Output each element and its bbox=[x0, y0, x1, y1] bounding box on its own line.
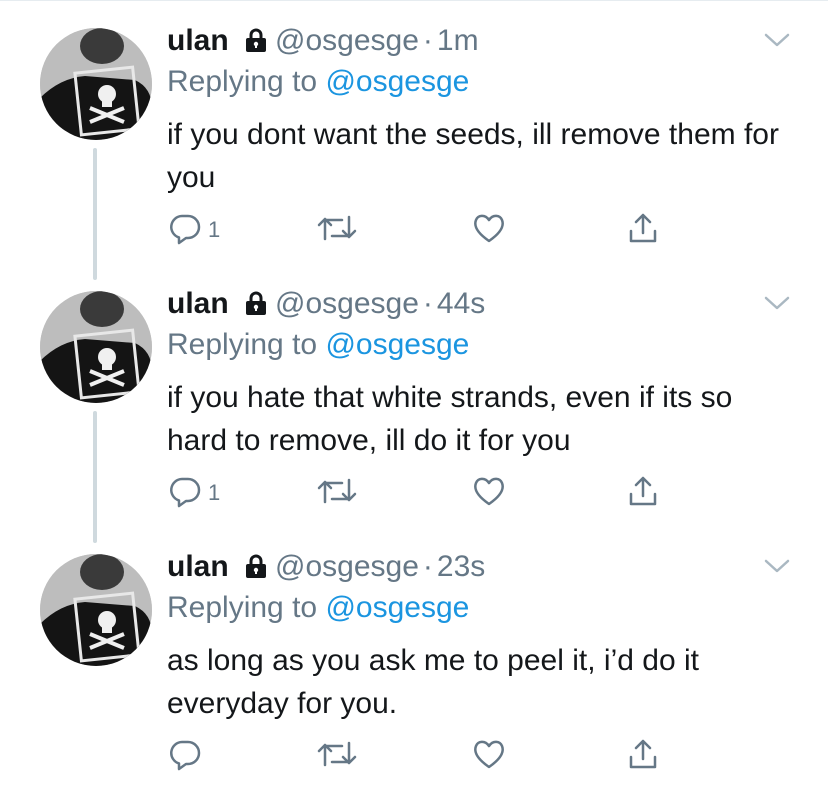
replying-to: Replying to @osgesge bbox=[167, 327, 469, 363]
avatar-image bbox=[40, 291, 152, 403]
like-button[interactable] bbox=[472, 210, 506, 250]
tweet[interactable]: ulan @osgesge · 1m Replying to @osgesge if… bbox=[0, 0, 828, 280]
retweet-icon bbox=[316, 211, 358, 250]
tweet[interactable]: ulan @osgesge · 23s Replying to @osgesge a… bbox=[0, 526, 828, 789]
lock-icon bbox=[243, 26, 269, 62]
chevron-down-icon[interactable] bbox=[762, 556, 792, 581]
timestamp[interactable]: 44s bbox=[437, 287, 485, 320]
share-icon bbox=[626, 737, 660, 776]
like-button[interactable] bbox=[472, 736, 506, 776]
handle[interactable]: @osgesge bbox=[275, 550, 419, 583]
handle[interactable]: @osgesge bbox=[275, 287, 419, 320]
avatar[interactable] bbox=[40, 291, 152, 403]
share-icon bbox=[626, 474, 660, 513]
replying-mention-link[interactable]: @osgesge bbox=[325, 591, 469, 624]
tweet-text: as long as you ask me to peel it, i’d do… bbox=[167, 644, 699, 720]
retweet-button[interactable] bbox=[316, 736, 358, 776]
display-name[interactable]: ulan bbox=[167, 287, 229, 320]
tweet-actions bbox=[0, 736, 828, 776]
avatar[interactable] bbox=[40, 28, 152, 140]
chevron-down-icon[interactable] bbox=[762, 30, 792, 55]
separator-dot: · bbox=[422, 550, 433, 583]
reply-button[interactable]: 1 bbox=[168, 210, 220, 250]
heart-icon bbox=[472, 475, 506, 512]
replying-prefix: Replying to bbox=[167, 328, 318, 361]
reply-icon bbox=[168, 737, 202, 776]
tweet-header: ulan @osgesge · 1m bbox=[167, 23, 479, 62]
lock-icon bbox=[243, 289, 269, 325]
display-name[interactable]: ulan bbox=[167, 550, 229, 583]
retweet-button[interactable] bbox=[316, 210, 358, 250]
reply-button[interactable] bbox=[168, 736, 208, 776]
retweet-icon bbox=[316, 737, 358, 776]
heart-icon bbox=[472, 212, 506, 249]
share-button[interactable] bbox=[626, 736, 660, 776]
reply-count: 1 bbox=[208, 480, 221, 505]
tweet-actions: 1 bbox=[0, 473, 828, 513]
heart-icon bbox=[472, 738, 506, 775]
share-icon bbox=[626, 211, 660, 250]
replying-to: Replying to @osgesge bbox=[167, 590, 469, 626]
handle[interactable]: @osgesge bbox=[275, 24, 419, 57]
display-name[interactable]: ulan bbox=[167, 24, 229, 57]
replying-mention-link[interactable]: @osgesge bbox=[325, 328, 469, 361]
tweet-header: ulan @osgesge · 23s bbox=[167, 549, 485, 588]
avatar-image bbox=[40, 28, 152, 140]
tweet-actions: 1 bbox=[0, 210, 828, 250]
timestamp[interactable]: 1m bbox=[437, 24, 479, 57]
replying-mention-link[interactable]: @osgesge bbox=[325, 65, 469, 98]
share-button[interactable] bbox=[626, 473, 660, 513]
replying-prefix: Replying to bbox=[167, 591, 318, 624]
reply-count: 1 bbox=[208, 217, 221, 242]
reply-icon bbox=[168, 211, 202, 250]
retweet-button[interactable] bbox=[316, 473, 358, 513]
chevron-down-icon[interactable] bbox=[762, 293, 792, 318]
replying-to: Replying to @osgesge bbox=[167, 64, 469, 100]
avatar[interactable] bbox=[40, 554, 152, 666]
tweet-text: if you hate that white strands, even if … bbox=[167, 381, 733, 457]
lock-icon bbox=[243, 552, 269, 588]
tweet-text: if you dont want the seeds, ill remove t… bbox=[167, 118, 779, 194]
timestamp[interactable]: 23s bbox=[437, 550, 485, 583]
reply-icon bbox=[168, 474, 202, 513]
like-button[interactable] bbox=[472, 473, 506, 513]
reply-button[interactable]: 1 bbox=[168, 473, 220, 513]
retweet-icon bbox=[316, 474, 358, 513]
tweet[interactable]: ulan @osgesge · 44s Replying to @osgesge i… bbox=[0, 263, 828, 543]
replying-prefix: Replying to bbox=[167, 65, 318, 98]
separator-dot: · bbox=[422, 287, 433, 320]
share-button[interactable] bbox=[626, 210, 660, 250]
separator-dot: · bbox=[422, 24, 433, 57]
tweet-header: ulan @osgesge · 44s bbox=[167, 286, 485, 325]
avatar-image bbox=[40, 554, 152, 666]
